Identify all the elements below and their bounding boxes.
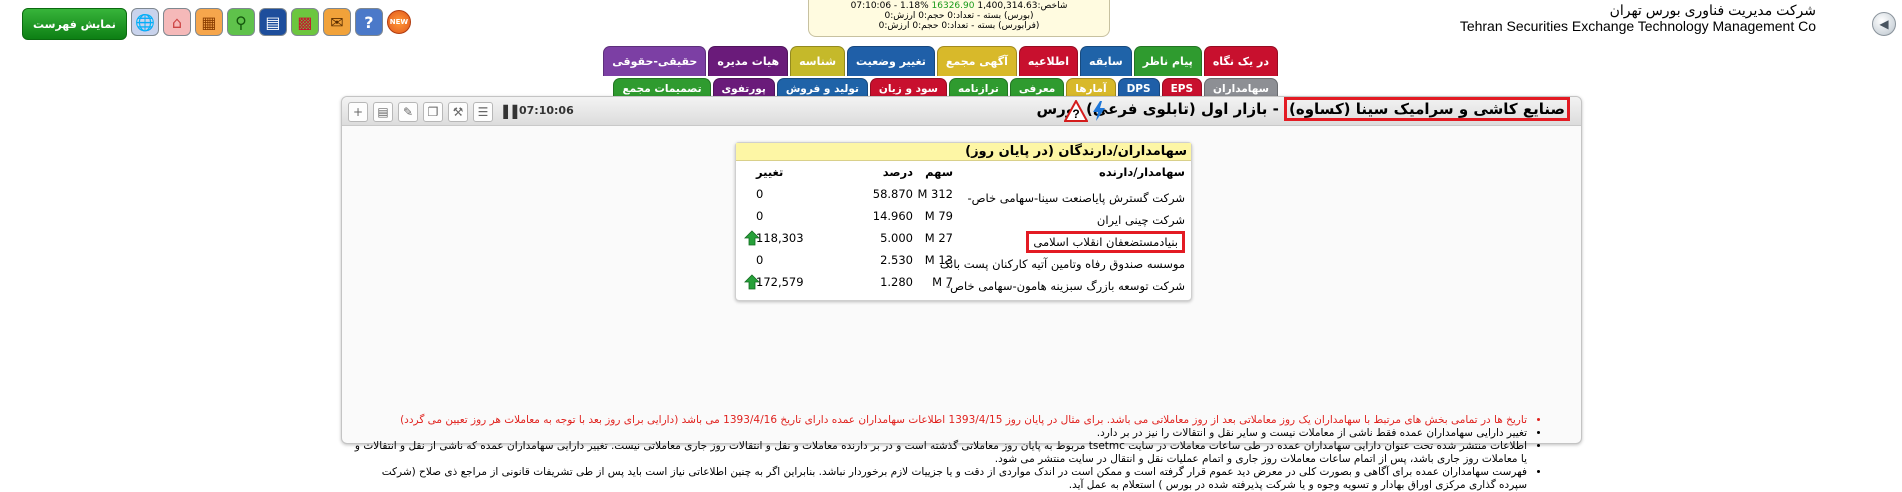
add-icon[interactable]: +	[348, 102, 368, 122]
tabs-row-primary: در یک نگاه پیام ناظر سابقه اطلاعیه آگهی مجمع…	[603, 46, 1278, 76]
col-holder: سهامدار/دارنده	[1099, 165, 1185, 179]
symbol-name[interactable]: صنایع کاشی و سرامیک سینا (کساوه)	[1284, 97, 1570, 121]
holder-percent: 2.530	[880, 253, 913, 267]
tabs-row-secondary: سهامداران EPS DPS آمارها معرفی ترازنامه سود و …	[613, 78, 1278, 98]
table-icon[interactable]: ▦	[194, 8, 223, 36]
panel-time: 07:10:06	[519, 104, 574, 117]
comment-icon[interactable]: ✉	[322, 8, 351, 36]
holder-percent: 58.870	[872, 187, 913, 201]
holder-row[interactable]: موسسه صندوق رفاه وتامین آتیه کارکنان پست…	[736, 249, 1191, 271]
tab-6[interactable]: شناسه	[790, 46, 846, 76]
company-name-en: Tehran Securities Exchange Technology Ma…	[1459, 18, 1816, 34]
warning-icon[interactable]: ?	[1064, 100, 1088, 122]
list-icon[interactable]: ☰	[473, 102, 493, 122]
symbol-title: صنایع کاشی و سرامیک سینا (کساوه) - بازار…	[1036, 97, 1570, 121]
globe-icon[interactable]: 🌐	[130, 8, 159, 36]
col-shares: سهم	[925, 165, 953, 179]
tab-5[interactable]: تغییر وضعیت	[847, 46, 935, 76]
holder-shares: 27 M	[924, 231, 953, 245]
home-icon[interactable]: ⌂	[162, 8, 191, 36]
notes-section: تاریخ ها در تمامی بخش های مرتبط با سهامد…	[354, 414, 1539, 492]
holder-change: 0	[756, 187, 764, 201]
holder-change: 0	[756, 253, 764, 267]
subtab-5[interactable]: ترازنامه	[948, 78, 1008, 98]
farabourse-status: (فرابورس) بسته - تعداد:0 حجم:0 ارزش:0	[878, 21, 1040, 31]
holders-header-row: سهامدار/دارنده سهم درصد تغییر	[736, 161, 1191, 183]
subtab-3[interactable]: آمارها	[1066, 78, 1116, 98]
market-ticker: شاخص:1,400,314.63 16326.90 %1.18 - 07:10…	[808, 0, 1110, 37]
svg-text:?: ?	[1072, 107, 1079, 121]
holders-table: سهامداران/دارندگان (در پایان روز) سهامدا…	[735, 142, 1192, 301]
help-icon[interactable]: ?	[354, 8, 383, 36]
company-name: شرکت مدیریت فناوری بورس تهران Tehran Sec…	[1460, 2, 1816, 34]
index-percent: %1.18	[900, 1, 929, 11]
holder-name-text: شرکت گسترش پایاصنعت سینا-سهامی خاص-	[967, 191, 1185, 205]
tab-7[interactable]: هیات مدیره	[708, 46, 789, 76]
main-toolbar: نمایش فهرست 🌐 ⌂ ▦ ⚲ ▤ ▩ ✉ ? NEW	[22, 8, 411, 40]
subtab-4[interactable]: معرفی	[1009, 78, 1065, 98]
holder-change: 118,303	[756, 231, 804, 245]
note-item: فهرست سهامداران عمده برای آگاهی و بصورت …	[354, 466, 1527, 492]
holder-change: 0	[756, 209, 764, 223]
subtab-6[interactable]: سود و زیان	[869, 78, 947, 98]
holders-title: سهامداران/دارندگان (در پایان روز)	[736, 143, 1191, 161]
bourse-status: (بورس) بسته - تعداد:0 حجم:0 ارزش:0	[884, 11, 1034, 21]
holder-shares: 13 M	[924, 253, 953, 267]
tab-1[interactable]: پیام ناظر	[1133, 46, 1202, 76]
tab-4[interactable]: آگهی مجمع	[936, 46, 1017, 76]
tools-icon[interactable]: ⚒	[448, 102, 468, 122]
holder-name-text: شرکت چینی ایران	[1096, 213, 1185, 227]
holder-shares: 7 M	[932, 275, 953, 289]
lightning-icon	[1093, 101, 1105, 121]
holder-name-text: شرکت توسعه بازرگ سبزینه هامون-سهامی خاص-	[945, 279, 1185, 293]
index-time: 07:10:06	[850, 1, 892, 11]
search-icon[interactable]: ⚲	[226, 8, 255, 36]
chart-bars-icon[interactable]: ▐▐	[498, 102, 518, 122]
holder-name-text: موسسه صندوق رفاه وتامین آتیه کارکنان پست…	[939, 257, 1185, 271]
note-item: تاریخ ها در تمامی بخش های مرتبط با سهامد…	[354, 414, 1527, 427]
holder-row[interactable]: شرکت چینی ایران 79 M 14.960 0	[736, 205, 1191, 227]
up-arrow-icon	[744, 274, 760, 290]
index-value: 1,400,314.63	[977, 1, 1038, 11]
show-list-button[interactable]: نمایش فهرست	[22, 8, 127, 40]
tab-8[interactable]: حقیقی-حقوقی	[603, 46, 707, 76]
panel-title-bar: صنایع کاشی و سرامیک سینا (کساوه) - بازار…	[342, 97, 1581, 126]
back-arrow-icon[interactable]: ◀	[1872, 12, 1896, 36]
tab-2[interactable]: سابقه	[1080, 46, 1132, 76]
holder-change: 172,579	[756, 275, 804, 289]
holder-row[interactable]: شرکت توسعه بازرگ سبزینه هامون-سهامی خاص-…	[736, 271, 1191, 293]
holder-percent: 5.000	[880, 231, 913, 245]
note-item: اطلاعات منتشر شده تحت عنوان دارایی سهامد…	[354, 440, 1527, 466]
subtab-8[interactable]: پورتفوی	[712, 78, 775, 98]
index-change: 16326.90	[931, 1, 975, 11]
holder-percent: 14.960	[872, 209, 913, 223]
note-item: تغییر دارایی سهامداران عمده فقط ناشی از …	[354, 427, 1527, 440]
subtab-9[interactable]: تصمیمات مجمع	[613, 78, 711, 98]
subtab-1[interactable]: EPS	[1161, 78, 1203, 98]
subtab-0[interactable]: سهامداران	[1204, 78, 1278, 98]
holder-shares: 79 M	[924, 209, 953, 223]
new-badge-icon[interactable]: NEW	[386, 10, 411, 34]
tab-0[interactable]: در یک نگاه	[1203, 46, 1278, 76]
page-header: شرکت مدیریت فناوری بورس تهران Tehran Sec…	[0, 0, 1902, 44]
up-arrow-icon	[744, 230, 760, 246]
holder-percent: 1.280	[880, 275, 913, 289]
tab-3[interactable]: اطلاعیه	[1018, 46, 1079, 76]
book-icon[interactable]: ▤	[258, 8, 287, 36]
holder-row[interactable]: شرکت گسترش پایاصنعت سینا-سهامی خاص- 312 M…	[736, 183, 1191, 205]
company-name-fa: شرکت مدیریت فناوری بورس تهران	[1609, 2, 1816, 18]
col-change: تغییر	[756, 165, 784, 179]
document-icon[interactable]: ▤	[373, 102, 393, 122]
panel-tools: + ▤ ✎ ❐ ⚒ ☰ ▐▐	[348, 102, 518, 122]
subtab-7[interactable]: تولید و فروش	[776, 78, 868, 98]
symbol-panel: صنایع کاشی و سرامیک سینا (کساوه) - بازار…	[341, 96, 1582, 491]
subtab-2[interactable]: DPS	[1117, 78, 1160, 98]
holder-shares: 312 M	[917, 187, 953, 201]
holder-row[interactable]: بنیادمستضعفان انقلاب اسلامی 27 M 5.000 118,…	[736, 227, 1191, 253]
grid-icon[interactable]: ▩	[290, 8, 319, 36]
edit-icon[interactable]: ✎	[398, 102, 418, 122]
col-percent: درصد	[882, 165, 913, 179]
index-label: شاخص:	[1037, 1, 1068, 11]
copy-icon[interactable]: ❐	[423, 102, 443, 122]
